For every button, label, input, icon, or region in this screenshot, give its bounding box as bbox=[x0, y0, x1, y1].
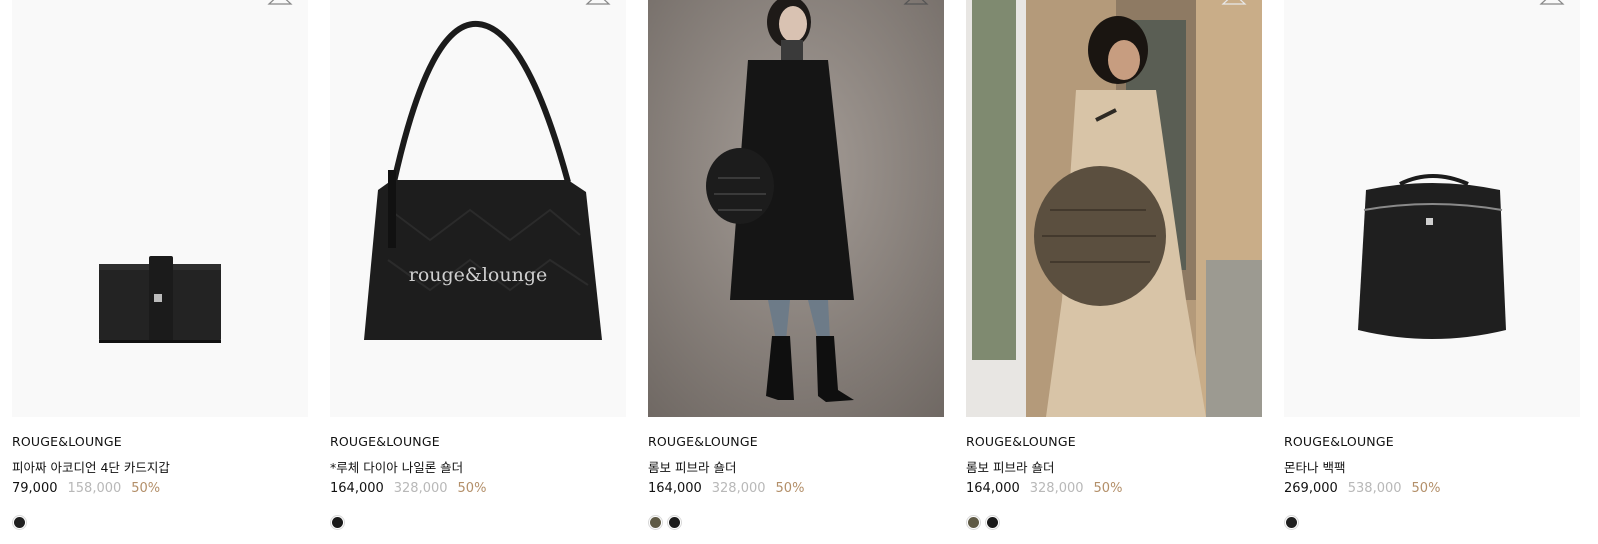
original-price: 538,000 bbox=[1347, 481, 1402, 496]
product-price: 164,000 328,000 50% bbox=[330, 481, 486, 496]
product-card[interactable]: ROUGE&LOUNGE 피아짜 아코디언 4단 카드지갑 79,000 158… bbox=[12, 0, 308, 544]
original-price: 158,000 bbox=[67, 481, 122, 496]
color-swatch[interactable] bbox=[966, 515, 981, 530]
color-swatches bbox=[1284, 515, 1299, 530]
original-price: 328,000 bbox=[1029, 481, 1084, 496]
product-name[interactable]: *루체 다이아 나일론 숄더 bbox=[330, 457, 463, 476]
sale-price: 79,000 bbox=[12, 481, 58, 496]
product-card[interactable]: ROUGE&LOUNGE 몬타나 백팩 269,000 538,000 50% bbox=[1284, 0, 1580, 544]
hanger-icon[interactable] bbox=[585, 0, 611, 14]
color-swatches bbox=[648, 515, 682, 530]
product-brand[interactable]: ROUGE&LOUNGE bbox=[12, 434, 122, 449]
color-swatch[interactable] bbox=[667, 515, 682, 530]
color-swatch[interactable] bbox=[1284, 515, 1299, 530]
product-brand[interactable]: ROUGE&LOUNGE bbox=[648, 434, 758, 449]
product-grid: ROUGE&LOUNGE 피아짜 아코디언 4단 카드지갑 79,000 158… bbox=[12, 0, 1598, 544]
product-brand[interactable]: ROUGE&LOUNGE bbox=[966, 434, 1076, 449]
color-swatch[interactable] bbox=[12, 515, 27, 530]
product-name[interactable]: 피아짜 아코디언 4단 카드지갑 bbox=[12, 457, 170, 476]
product-card[interactable]: ROUGE&LOUNGE 롬보 피브라 숄더 164,000 328,000 5… bbox=[648, 0, 944, 544]
product-price: 269,000 538,000 50% bbox=[1284, 481, 1440, 496]
color-swatch[interactable] bbox=[330, 515, 345, 530]
discount-rate: 50% bbox=[1093, 481, 1123, 496]
product-price: 164,000 328,000 50% bbox=[648, 481, 804, 496]
sale-price: 164,000 bbox=[648, 481, 702, 496]
color-swatches bbox=[330, 515, 345, 530]
product-brand[interactable]: ROUGE&LOUNGE bbox=[330, 434, 440, 449]
product-image[interactable] bbox=[648, 0, 944, 417]
product-image[interactable]: rouge&lounge bbox=[330, 0, 626, 417]
product-name[interactable]: 롬보 피브라 숄더 bbox=[648, 457, 736, 476]
hanger-icon[interactable] bbox=[1221, 0, 1247, 14]
discount-rate: 50% bbox=[131, 481, 161, 496]
product-name[interactable]: 몬타나 백팩 bbox=[1284, 457, 1345, 476]
color-swatch[interactable] bbox=[648, 515, 663, 530]
color-swatches bbox=[12, 515, 27, 530]
color-swatches bbox=[966, 515, 1000, 530]
product-image[interactable] bbox=[12, 0, 308, 417]
hanger-icon[interactable] bbox=[267, 0, 293, 14]
sale-price: 164,000 bbox=[330, 481, 384, 496]
product-name[interactable]: 롬보 피브라 숄더 bbox=[966, 457, 1054, 476]
discount-rate: 50% bbox=[775, 481, 805, 496]
print-text: rouge&lounge bbox=[409, 264, 547, 286]
hanger-icon[interactable] bbox=[903, 0, 929, 14]
sale-price: 269,000 bbox=[1284, 481, 1338, 496]
original-price: 328,000 bbox=[711, 481, 766, 496]
product-price: 164,000 328,000 50% bbox=[966, 481, 1122, 496]
product-price: 79,000 158,000 50% bbox=[12, 481, 160, 496]
original-price: 328,000 bbox=[393, 481, 448, 496]
product-image[interactable] bbox=[1284, 0, 1580, 417]
discount-rate: 50% bbox=[1411, 481, 1441, 496]
product-brand[interactable]: ROUGE&LOUNGE bbox=[1284, 434, 1394, 449]
product-card[interactable]: rouge&lounge ROUGE&LOUNGE *루체 다이아 나일론 숄더… bbox=[330, 0, 626, 544]
color-swatch[interactable] bbox=[985, 515, 1000, 530]
discount-rate: 50% bbox=[457, 481, 487, 496]
product-card[interactable]: ROUGE&LOUNGE 롬보 피브라 숄더 164,000 328,000 5… bbox=[966, 0, 1262, 544]
sale-price: 164,000 bbox=[966, 481, 1020, 496]
hanger-icon[interactable] bbox=[1539, 0, 1565, 14]
product-image[interactable] bbox=[966, 0, 1262, 417]
